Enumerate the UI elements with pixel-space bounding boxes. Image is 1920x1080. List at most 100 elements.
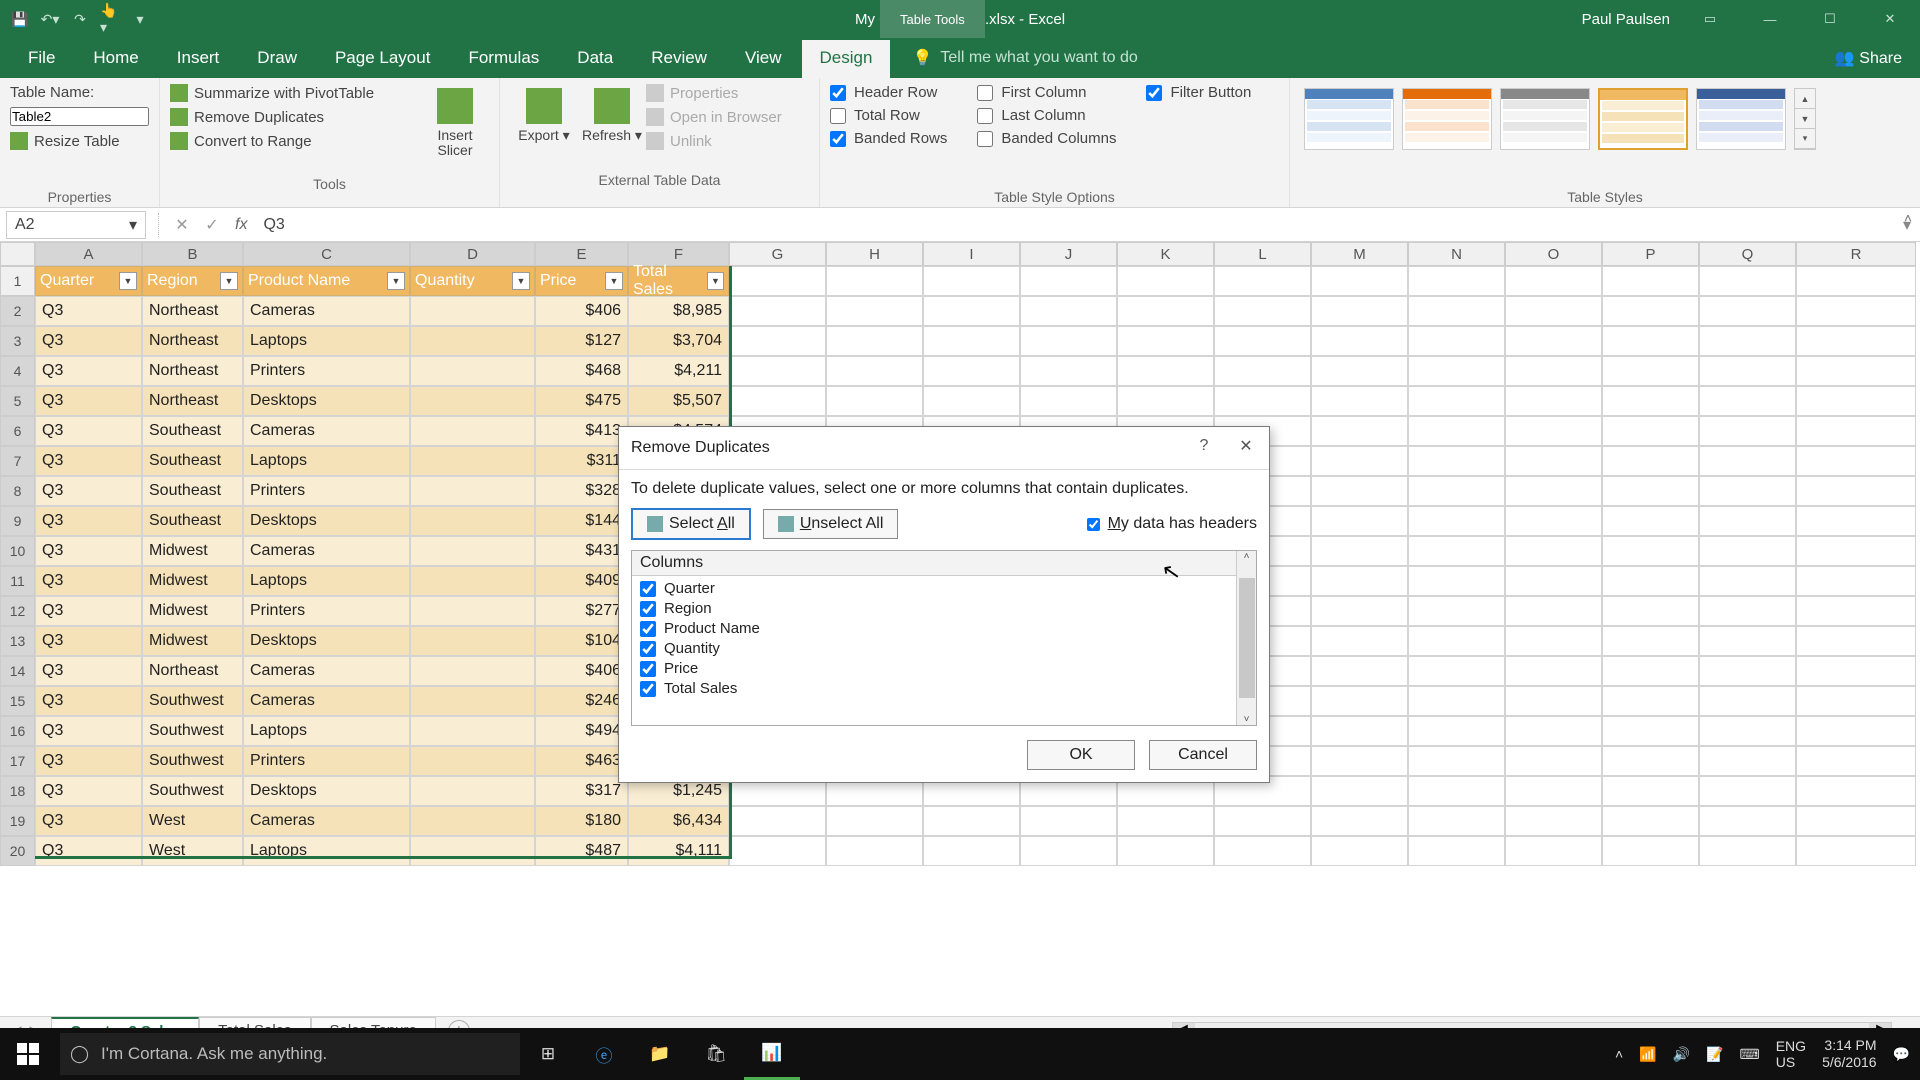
cell[interactable] (1699, 326, 1796, 356)
tab-view[interactable]: View (727, 40, 800, 78)
undo-icon[interactable]: ↶▾ (40, 9, 60, 29)
cell[interactable] (923, 296, 1020, 326)
table-header-cell[interactable]: Product Name▼ (243, 266, 410, 296)
cell[interactable]: $180 (535, 806, 628, 836)
cell[interactable] (1408, 296, 1505, 326)
row-header[interactable]: 15 (0, 686, 35, 716)
cell[interactable] (1699, 266, 1796, 296)
cell[interactable]: $127 (535, 326, 628, 356)
columns-listbox[interactable]: Columns Quarter Region Product Name Quan… (631, 550, 1257, 726)
cell[interactable] (1699, 356, 1796, 386)
cell[interactable]: $6,434 (628, 806, 729, 836)
cell[interactable] (923, 326, 1020, 356)
col-header[interactable]: L (1214, 242, 1311, 266)
tab-page-layout[interactable]: Page Layout (317, 40, 448, 78)
cell[interactable] (1505, 326, 1602, 356)
cell[interactable] (1311, 566, 1408, 596)
cell[interactable]: Laptops (243, 566, 410, 596)
cell[interactable] (1311, 656, 1408, 686)
cell[interactable] (1796, 836, 1916, 866)
excel-taskbar-icon[interactable]: 📊 (744, 1028, 800, 1080)
cell[interactable] (1214, 266, 1311, 296)
cell[interactable] (1408, 266, 1505, 296)
cell[interactable] (1505, 836, 1602, 866)
cell[interactable] (1408, 566, 1505, 596)
cell[interactable] (729, 386, 826, 416)
cell[interactable] (923, 386, 1020, 416)
cell[interactable]: $144 (535, 506, 628, 536)
cell[interactable]: Q3 (35, 386, 142, 416)
last-col-check[interactable]: Last Column (977, 107, 1116, 124)
table-header-cell[interactable]: Quarter▼ (35, 266, 142, 296)
refresh-button[interactable]: Refresh ▾ (578, 84, 646, 168)
cell[interactable] (826, 836, 923, 866)
cell[interactable]: Q3 (35, 506, 142, 536)
col-header[interactable]: C (243, 242, 410, 266)
cell[interactable] (1505, 446, 1602, 476)
cell[interactable] (826, 356, 923, 386)
fx-icon[interactable]: fx (235, 216, 247, 234)
cell[interactable]: Q3 (35, 536, 142, 566)
table-name-input[interactable] (10, 107, 149, 126)
remove-duplicates-button[interactable]: Remove Duplicates (170, 108, 421, 126)
filter-dropdown-icon[interactable]: ▼ (605, 272, 623, 290)
cell[interactable] (1505, 536, 1602, 566)
cell[interactable] (1602, 446, 1699, 476)
cell[interactable] (729, 266, 826, 296)
cell[interactable]: Northeast (142, 296, 243, 326)
cell[interactable] (1020, 836, 1117, 866)
cell[interactable] (1311, 506, 1408, 536)
cell[interactable] (1214, 326, 1311, 356)
cell[interactable]: Midwest (142, 626, 243, 656)
clock[interactable]: 3:14 PM5/6/2016 (1822, 1037, 1877, 1071)
cell[interactable]: Desktops (243, 506, 410, 536)
cell[interactable] (1602, 356, 1699, 386)
cell[interactable] (1408, 716, 1505, 746)
cell[interactable]: Laptops (243, 716, 410, 746)
cell[interactable]: Southwest (142, 686, 243, 716)
cell[interactable]: Q3 (35, 836, 142, 866)
cell[interactable]: $5,507 (628, 386, 729, 416)
cell[interactable]: $463 (535, 746, 628, 776)
cell[interactable] (1796, 626, 1916, 656)
table-style-5[interactable] (1696, 88, 1786, 150)
filter-dropdown-icon[interactable]: ▼ (512, 272, 530, 290)
cell[interactable] (1796, 656, 1916, 686)
enter-formula-icon[interactable]: ✓ (197, 215, 227, 235)
cell[interactable] (1602, 806, 1699, 836)
language-indicator[interactable]: ENGUS (1776, 1038, 1806, 1070)
cell[interactable] (1505, 506, 1602, 536)
cell[interactable] (1505, 566, 1602, 596)
cell[interactable] (1602, 596, 1699, 626)
cell[interactable]: Printers (243, 356, 410, 386)
cell[interactable] (1408, 836, 1505, 866)
cell[interactable] (1699, 596, 1796, 626)
cell[interactable] (1602, 776, 1699, 806)
cell[interactable] (1311, 776, 1408, 806)
cell[interactable]: Cameras (243, 536, 410, 566)
unselect-all-button[interactable]: Unselect All (763, 509, 899, 539)
cell[interactable] (410, 746, 535, 776)
network-icon[interactable]: 📶 (1639, 1046, 1656, 1063)
cell[interactable] (1505, 806, 1602, 836)
cell[interactable]: $406 (535, 296, 628, 326)
cell[interactable] (1505, 416, 1602, 446)
row-header[interactable]: 8 (0, 476, 35, 506)
listbox-scrollbar[interactable]: ˄˅ (1236, 551, 1256, 725)
tab-design[interactable]: Design (802, 40, 891, 78)
row-header[interactable]: 2 (0, 296, 35, 326)
row-header[interactable]: 6 (0, 416, 35, 446)
cell[interactable] (1602, 416, 1699, 446)
cell[interactable]: Q3 (35, 326, 142, 356)
cell[interactable] (410, 656, 535, 686)
cell[interactable] (1699, 296, 1796, 326)
cell[interactable]: Cameras (243, 296, 410, 326)
cell[interactable] (1796, 506, 1916, 536)
file-explorer-icon[interactable]: 📁 (632, 1028, 688, 1080)
cell[interactable] (1505, 356, 1602, 386)
cell[interactable] (1699, 686, 1796, 716)
cell[interactable]: Q3 (35, 746, 142, 776)
cell[interactable] (1796, 566, 1916, 596)
header-row-check[interactable]: Header Row (830, 84, 947, 101)
cell[interactable] (923, 266, 1020, 296)
